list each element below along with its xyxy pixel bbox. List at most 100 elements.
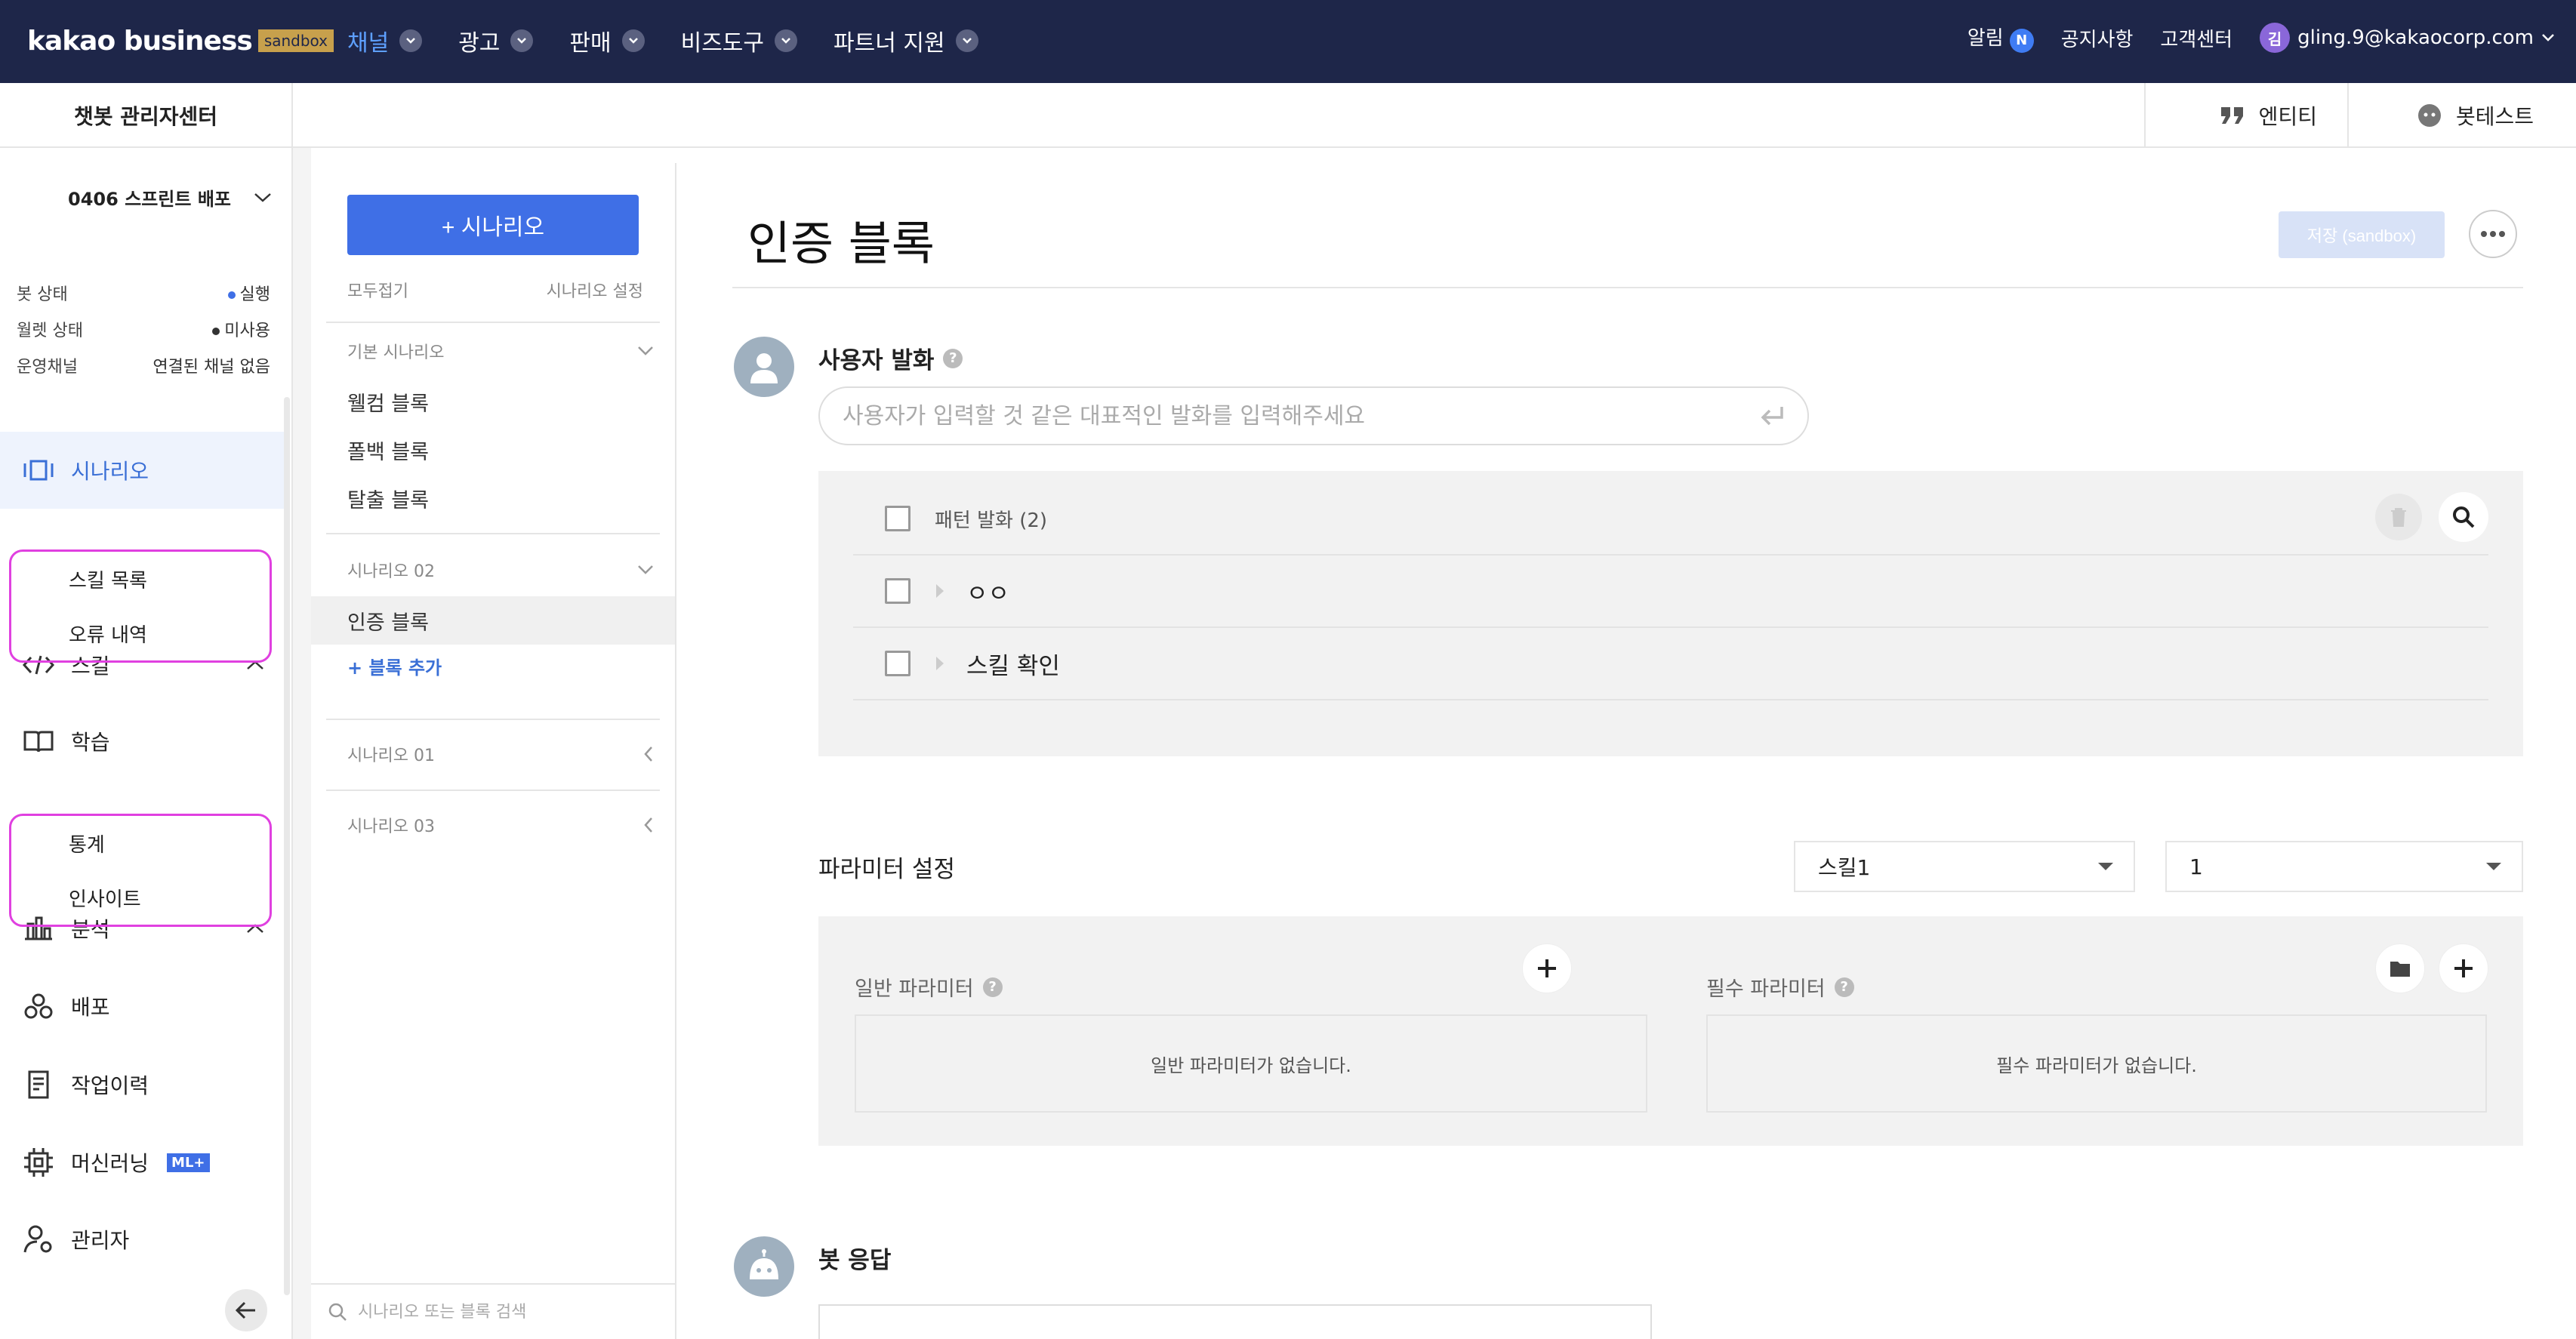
nav-item-label: 비즈도구 [680, 30, 765, 57]
kakao-business-logo[interactable]: kakao business sandbox [27, 21, 334, 60]
divider [326, 322, 660, 323]
sidebar-item-history[interactable]: 작업이력 [0, 1046, 287, 1123]
utterance-input[interactable] [843, 402, 1759, 429]
scenario-group-header[interactable]: 시나리오 03 [311, 799, 675, 851]
sidebar-item-label: 배포 [71, 995, 110, 1020]
sidebar-item-admin[interactable]: 관리자 [0, 1201, 287, 1278]
add-block-button[interactable]: + 블록 추가 [311, 645, 675, 687]
scenario-group-01: 시나리오 01 [311, 728, 675, 780]
scenario-block-fallback[interactable]: 폴백 블록 [311, 426, 675, 474]
entity-button[interactable]: 엔티티 [2143, 83, 2347, 148]
caret-right-icon[interactable] [936, 584, 944, 598]
user-menu[interactable]: 김 gling.9@kakaocorp.com [2260, 23, 2555, 53]
selected-value: 1 [2189, 854, 2203, 879]
support-link[interactable]: 고객센터 [2160, 24, 2232, 52]
sidebar-item-learning[interactable]: 학습 [0, 703, 287, 780]
collapse-sidebar-button[interactable] [225, 1289, 267, 1331]
sidebar-scrollbar[interactable] [284, 397, 290, 1295]
pattern-header-row: 패턴 발화 (2) [853, 483, 2488, 556]
scenario-group-header[interactable]: 시나리오 02 [311, 543, 675, 596]
bot-selector-dropdown[interactable]: 0406 스프린트 배포 [68, 184, 272, 211]
scenario-block-auth[interactable]: 인증 블록 [311, 596, 675, 645]
nav-item-ads[interactable]: 광고 [458, 23, 534, 59]
nav-item-label: 판매 [569, 30, 612, 57]
list-item[interactable]: 스킬 확인 [853, 628, 2488, 700]
load-parameter-button[interactable] [2375, 943, 2425, 993]
nav-item-label: 파트너 지원 [834, 30, 945, 57]
help-icon[interactable]: ? [1834, 977, 1854, 997]
scenario-group-header[interactable]: 시나리오 01 [311, 728, 675, 780]
top-navigation-bar: kakao business sandbox 채널 광고 판매 비즈도구 파트너… [0, 0, 2576, 83]
add-general-parameter-button[interactable] [1522, 943, 1572, 993]
scenario-group-header[interactable]: 기본 시나리오 [311, 325, 675, 377]
more-options-button[interactable] [2469, 210, 2517, 258]
block-title[interactable]: 인증 블록 [747, 205, 935, 273]
sidebar-item-skill-list[interactable]: 스킬 목록 [11, 552, 270, 606]
nav-right-area: 알림 N 공지사항 고객센터 김 gling.9@kakaocorp.com [1967, 23, 2555, 53]
caret-down-icon [2098, 863, 2113, 870]
pattern-search-button[interactable] [2439, 492, 2488, 542]
caret-right-icon[interactable] [936, 657, 944, 670]
scenario-block-welcome[interactable]: 웰컴 블록 [311, 377, 675, 426]
status-dot-icon [227, 291, 236, 299]
select-all-checkbox[interactable] [885, 506, 911, 531]
skill-select[interactable]: 스킬1 [1794, 841, 2135, 892]
chip-icon [21, 1145, 56, 1180]
block-editor: 인증 블록 저장 (sandbox) 사용자 발화 ? 패턴 발화 (2) ㅇㅇ [678, 148, 2576, 1339]
pattern-checkbox[interactable] [885, 578, 911, 604]
document-icon [21, 1067, 56, 1102]
trash-icon [2391, 508, 2406, 527]
nav-item-label: 광고 [458, 30, 501, 57]
scenario-group-name: 기본 시나리오 [347, 343, 445, 362]
bot-response-card[interactable] [818, 1304, 1652, 1339]
delete-button[interactable] [2375, 494, 2422, 540]
scenario-settings-link[interactable]: 시나리오 설정 [547, 278, 643, 302]
nav-item-sales[interactable]: 판매 [569, 23, 645, 59]
arrow-left-icon [235, 1301, 255, 1319]
divider [326, 719, 660, 720]
left-sidebar: 0406 스프린트 배포 봇 상태 실행 월렛 상태 미사용 운영채널 연결된 … [0, 148, 293, 1339]
pattern-checkbox[interactable] [885, 651, 911, 676]
param-col-title: 필수 파라미터 [1706, 977, 1826, 1001]
add-required-parameter-button[interactable] [2439, 943, 2488, 993]
chevron-down-icon [955, 29, 978, 52]
help-icon[interactable]: ? [943, 348, 963, 368]
notice-link[interactable]: 공지사항 [2061, 24, 2134, 52]
scenario-group-name: 시나리오 01 [347, 746, 435, 765]
scenario-search-input[interactable] [358, 1302, 660, 1322]
sidebar-item-insight[interactable]: 인사이트 [11, 870, 270, 925]
bot-test-button[interactable]: 봇테스트 [2346, 83, 2576, 148]
status-label: 봇 상태 [17, 285, 68, 304]
status-label: 월렛 상태 [17, 322, 83, 340]
alarm-link[interactable]: 알림 N [1967, 23, 2034, 53]
nav-item-biz-tools[interactable]: 비즈도구 [680, 23, 798, 59]
bot-chat-icon [2417, 104, 2441, 127]
scenario-search-bar [311, 1283, 675, 1339]
collapse-all-link[interactable]: 모두접기 [347, 278, 408, 302]
sidebar-item-machine-learning[interactable]: 머신러닝 ML+ [0, 1124, 287, 1201]
scenario-block-exit[interactable]: 탈출 블록 [311, 474, 675, 522]
divider [326, 790, 660, 791]
sidebar-item-deploy[interactable]: 배포 [0, 968, 287, 1045]
pattern-text[interactable]: ㅇㅇ [966, 574, 1009, 608]
more-horizontal-icon [2481, 231, 2505, 237]
nav-item-channel[interactable]: 채널 [347, 23, 423, 59]
entity-label: 엔티티 [2258, 104, 2317, 129]
sidebar-item-statistics[interactable]: 통계 [11, 816, 270, 870]
help-icon[interactable]: ? [982, 977, 1003, 997]
save-button[interactable]: 저장 (sandbox) [2279, 211, 2445, 258]
skill-submenu: 스킬 목록 오류 내역 [9, 549, 272, 663]
general-parameter-empty: 일반 파라미터가 없습니다. [855, 1014, 1647, 1113]
user-avatar-icon [734, 337, 794, 397]
sidebar-item-error-history[interactable]: 오류 내역 [11, 606, 270, 660]
add-scenario-button[interactable]: + 시나리오 [347, 195, 639, 255]
enter-icon[interactable] [1759, 405, 1785, 427]
pattern-text[interactable]: 스킬 확인 [966, 647, 1060, 681]
chevron-down-icon [510, 29, 534, 52]
value-select[interactable]: 1 [2165, 841, 2523, 892]
divider [732, 287, 2523, 288]
utterance-input-wrapper [818, 386, 1809, 445]
list-item[interactable]: ㅇㅇ [853, 556, 2488, 628]
nav-item-partner-support[interactable]: 파트너 지원 [834, 23, 978, 59]
sidebar-item-scenario[interactable]: 시나리오 [0, 432, 287, 509]
